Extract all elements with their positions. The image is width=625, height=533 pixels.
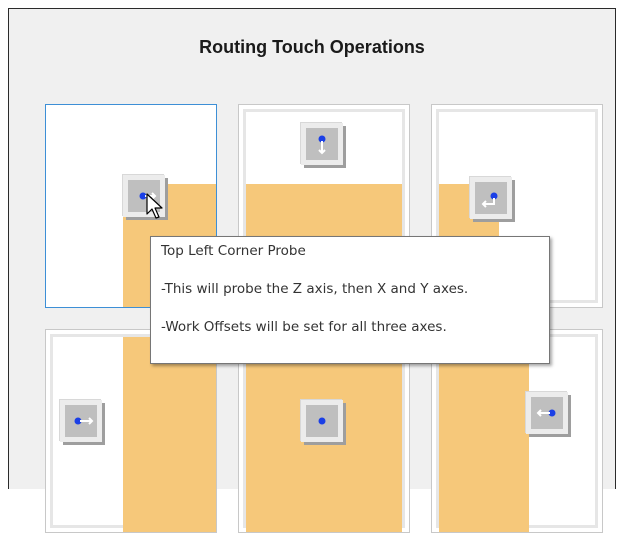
mouse-pointer-icon [146, 193, 163, 219]
probe-block-icon [301, 123, 343, 165]
tooltip: Top Left Corner Probe -This will probe t… [150, 236, 550, 364]
tooltip-line-1: -This will probe the Z axis, then X and … [161, 281, 469, 297]
tooltip-line-2: -Work Offsets will be set for all three … [161, 319, 447, 335]
stock-block [439, 337, 529, 532]
probe-block-icon [526, 392, 568, 434]
probe-block-icon [470, 177, 512, 219]
stock-block [123, 337, 216, 532]
probe-block-icon [60, 400, 102, 442]
probe-block-icon [301, 400, 343, 442]
tooltip-title: Top Left Corner Probe [161, 243, 306, 259]
panel-title: Routing Touch Operations [199, 37, 425, 57]
